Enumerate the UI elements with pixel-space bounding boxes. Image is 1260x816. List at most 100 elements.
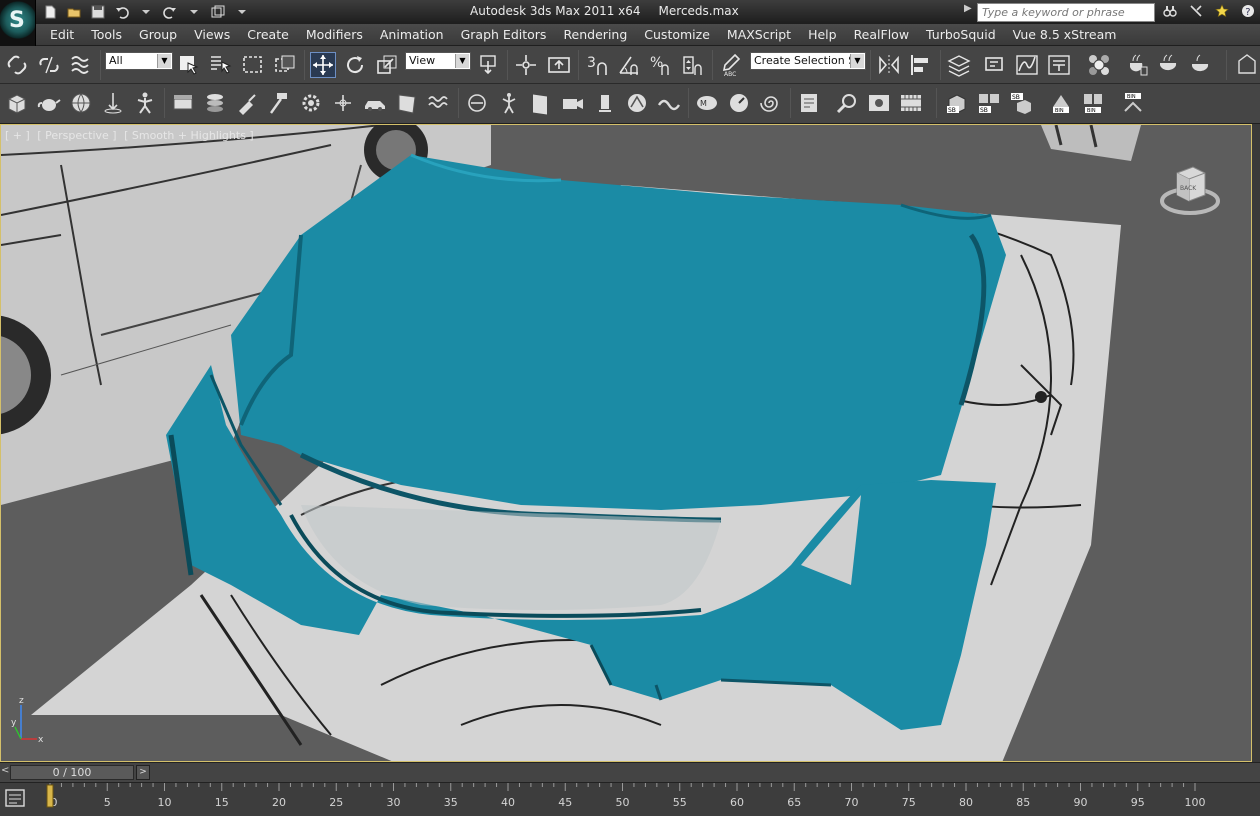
- sb-export-box-icon[interactable]: SB: [944, 90, 970, 116]
- binoculars-icon[interactable]: [1160, 2, 1180, 20]
- path-deform-icon[interactable]: [656, 90, 682, 116]
- rendered-frame-window-icon[interactable]: [1156, 52, 1182, 78]
- menu-realflow[interactable]: RealFlow: [854, 27, 909, 42]
- ruler-icon[interactable]: [1234, 52, 1260, 78]
- sb-export-multi-icon[interactable]: SB: [976, 90, 1002, 116]
- snaps-toggle-icon[interactable]: 3: [584, 52, 610, 78]
- spiral-icon[interactable]: [758, 90, 784, 116]
- film-strip-icon[interactable]: [898, 90, 924, 116]
- undo-icon[interactable]: [112, 3, 132, 21]
- menu-maxscript[interactable]: MAXScript: [727, 27, 791, 42]
- select-and-manipulate-icon[interactable]: [513, 52, 539, 78]
- chevron-down-icon[interactable]: [136, 3, 156, 21]
- select-and-rotate-icon[interactable]: [342, 52, 368, 78]
- named-selection-sets-dropdown[interactable]: Create Selection Se ▼: [750, 52, 866, 70]
- cloth-modifier-icon[interactable]: [394, 90, 420, 116]
- unlink-selection-icon[interactable]: [36, 52, 62, 78]
- render-setup-icon[interactable]: [1124, 52, 1150, 78]
- spinner-snap-toggle-icon[interactable]: [680, 52, 706, 78]
- current-frame-marker[interactable]: [46, 784, 54, 808]
- selection-filter-dropdown[interactable]: All ▼: [105, 52, 173, 70]
- layer-manager-icon[interactable]: [946, 52, 972, 78]
- hammer-icon[interactable]: [266, 90, 292, 116]
- biped-icon[interactable]: [496, 90, 522, 116]
- menu-customize[interactable]: Customize: [644, 27, 710, 42]
- curve-editor-icon[interactable]: [1014, 52, 1040, 78]
- menu-graph-editors[interactable]: Graph Editors: [461, 27, 547, 42]
- track-bar[interactable]: 0 5 10 15 20 25 30 35 40 45 50 55 60 65 70 75 80 85 90 95 10…: [0, 782, 1260, 816]
- chevron-down-icon[interactable]: [184, 3, 204, 21]
- select-by-name-icon[interactable]: [208, 52, 234, 78]
- mini-curve-editor-icon[interactable]: [4, 787, 26, 809]
- open-file-icon[interactable]: [64, 3, 84, 21]
- keyboard-shortcut-override-icon[interactable]: [546, 52, 572, 78]
- sphere-primitive-icon[interactable]: [68, 90, 94, 116]
- particle-emitter-icon[interactable]: [100, 90, 126, 116]
- viewport-shading-menu[interactable]: [ Smooth + Highlights ]: [124, 129, 254, 142]
- new-file-icon[interactable]: [40, 3, 60, 21]
- teapot-primitive-icon[interactable]: [36, 90, 62, 116]
- max-material-icon[interactable]: M: [694, 90, 720, 116]
- search-input[interactable]: Type a keyword or phrase: [977, 3, 1155, 22]
- favorites-star-icon[interactable]: [1212, 2, 1232, 20]
- camera-icon[interactable]: [560, 90, 586, 116]
- render-production-icon[interactable]: [1188, 52, 1214, 78]
- select-object-icon[interactable]: [176, 52, 202, 78]
- time-slider[interactable]: 0 / 100: [10, 765, 134, 780]
- render-preview-icon[interactable]: [866, 90, 892, 116]
- bone-tools-icon[interactable]: [464, 90, 490, 116]
- viewcube[interactable]: BACK: [1159, 159, 1221, 217]
- select-and-link-icon[interactable]: [4, 52, 30, 78]
- edit-named-selection-icon[interactable]: ABC: [718, 52, 744, 78]
- menu-turbosquid[interactable]: TurboSquid: [926, 27, 996, 42]
- gear-icon[interactable]: [298, 90, 324, 116]
- mental-ray-icon[interactable]: [624, 90, 650, 116]
- previous-frame-button[interactable]: <: [1, 765, 9, 776]
- schematic-view-icon[interactable]: [1046, 52, 1072, 78]
- light-icon[interactable]: [592, 90, 618, 116]
- percent-snap-toggle-icon[interactable]: %: [648, 52, 674, 78]
- menu-create[interactable]: Create: [247, 27, 289, 42]
- menu-group[interactable]: Group: [139, 27, 177, 42]
- chevron-down-icon[interactable]: [232, 3, 252, 21]
- plane-primitive-icon[interactable]: [170, 90, 196, 116]
- menu-help[interactable]: Help: [808, 27, 837, 42]
- rectangular-selection-icon[interactable]: [240, 52, 266, 78]
- save-file-icon[interactable]: [88, 3, 108, 21]
- compass-helper-icon[interactable]: [330, 90, 356, 116]
- mirror-icon[interactable]: [876, 52, 902, 78]
- menu-animation[interactable]: Animation: [380, 27, 444, 42]
- viewport-point-of-view-menu[interactable]: [ Perspective ]: [37, 129, 116, 142]
- car-model-icon[interactable]: [362, 90, 388, 116]
- speed-gauge-icon[interactable]: [726, 90, 752, 116]
- menu-rendering[interactable]: Rendering: [563, 27, 627, 42]
- document-icon[interactable]: [796, 90, 822, 116]
- sb-export-scene-icon[interactable]: SB: [1008, 90, 1034, 116]
- menu-views[interactable]: Views: [194, 27, 230, 42]
- bind-to-space-warp-icon[interactable]: [68, 52, 94, 78]
- zoom-region-icon[interactable]: [834, 90, 860, 116]
- bin-export-multi-icon[interactable]: BIN: [1080, 90, 1106, 116]
- bin-import-icon[interactable]: BIN: [1120, 90, 1146, 116]
- bin-export-icon[interactable]: BIN: [1048, 90, 1074, 116]
- material-editor-icon[interactable]: [1086, 52, 1112, 78]
- redo-icon[interactable]: [160, 3, 180, 21]
- use-pivot-center-icon[interactable]: [476, 52, 502, 78]
- window-crossing-icon[interactable]: [272, 52, 298, 78]
- material-map-icon[interactable]: [528, 90, 554, 116]
- brush-icon[interactable]: [234, 90, 260, 116]
- perspective-viewport[interactable]: [ + ] [ Perspective ] [ Smooth + Highlig…: [0, 124, 1252, 762]
- wave-modifier-icon[interactable]: [426, 90, 452, 116]
- select-and-scale-icon[interactable]: [374, 52, 400, 78]
- graphite-modeling-tools-icon[interactable]: [982, 52, 1008, 78]
- select-and-move-icon[interactable]: [310, 52, 336, 78]
- frame-ruler[interactable]: 0 5 10 15 20 25 30 35 40 45 50 55 60 65 70 75 80 85 90 95 10…: [40, 783, 1260, 816]
- box-primitive-icon[interactable]: [4, 90, 30, 116]
- search-expand-icon[interactable]: ▶: [964, 3, 976, 21]
- menu-tools[interactable]: Tools: [91, 27, 122, 42]
- menu-modifiers[interactable]: Modifiers: [306, 27, 363, 42]
- application-button[interactable]: S: [0, 0, 36, 46]
- character-figure-icon[interactable]: [132, 90, 158, 116]
- project-folder-icon[interactable]: [208, 3, 228, 21]
- reference-coordinate-dropdown[interactable]: View ▼: [405, 52, 471, 70]
